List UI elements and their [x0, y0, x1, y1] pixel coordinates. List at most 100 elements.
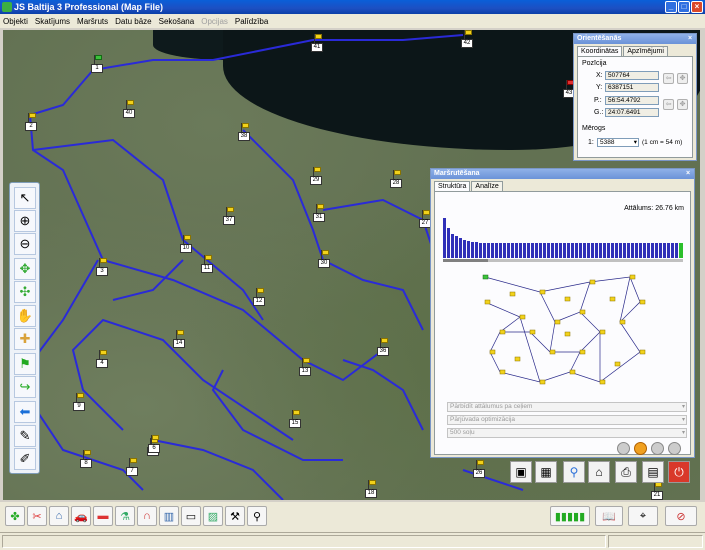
map-flag[interactable]: 12 — [253, 288, 267, 306]
print-button[interactable]: ⎙ — [615, 461, 637, 483]
g-field[interactable]: 24:07.6491 — [605, 108, 659, 117]
close-icon[interactable]: × — [686, 35, 694, 43]
zoom-in-button[interactable]: ⊕ — [14, 210, 36, 232]
goto-xy-button[interactable]: ✥ — [677, 73, 688, 84]
menu-objekti[interactable]: Objekti — [3, 17, 28, 26]
gps-device-button[interactable]: ▣ — [510, 461, 532, 483]
minimize-button[interactable]: _ — [665, 1, 677, 13]
map-book-button[interactable]: 📖 — [595, 506, 623, 526]
map-flag[interactable]: 7 — [126, 458, 140, 476]
scale-select[interactable]: 5388 ▾ — [597, 138, 639, 147]
gps-connect-button[interactable]: ⌖ — [628, 506, 658, 526]
menu-skatijums[interactable]: Skatījums — [35, 17, 70, 26]
power-button[interactable]: ⏻ — [668, 461, 690, 483]
map-flag[interactable]: 29 — [310, 167, 324, 185]
map-flag[interactable]: 11 — [201, 255, 215, 273]
menu-sekosana[interactable]: Sekošana — [159, 17, 195, 26]
map-flag[interactable]: 18 — [365, 480, 379, 498]
window-title: JS Baltija 3 Professional (Map File) — [14, 2, 164, 12]
menu-palidziba[interactable]: Palīdzība — [235, 17, 268, 26]
copy-pg-button[interactable]: ⇦ — [663, 99, 674, 110]
measure-tool-button[interactable]: ✎ — [14, 425, 36, 447]
map-flag[interactable]: 14 — [173, 330, 187, 348]
map-flag[interactable]: 8 — [80, 450, 94, 468]
menu-bar: Objekti Skatījums Maršruts Datu bāze Sek… — [0, 14, 705, 28]
maximize-button[interactable]: □ — [678, 1, 690, 13]
pointer-tool-button[interactable]: ↖ — [14, 187, 36, 209]
tab-struktura[interactable]: Struktūra — [434, 181, 471, 191]
bucket-button[interactable]: ⚗ — [115, 506, 135, 526]
map-flag[interactable]: 10 — [180, 235, 194, 253]
network-button[interactable]: ✤ — [5, 506, 25, 526]
map-flag[interactable]: 26 — [473, 460, 487, 478]
gps-disconnect-button[interactable]: ⊘ — [665, 506, 697, 526]
stop-button[interactable] — [617, 442, 630, 455]
back-button[interactable]: ⬅ — [14, 401, 36, 423]
pin-icon: ⚲ — [252, 510, 262, 523]
database-icon: ▥ — [163, 510, 175, 523]
map-flag[interactable]: 31 — [313, 204, 327, 222]
pan-tool-button[interactable]: ✋ — [14, 305, 36, 327]
tab-analize[interactable]: Analīze — [471, 181, 503, 191]
add-flag-button[interactable]: ⚑ — [14, 353, 36, 375]
map-flag[interactable]: 30 — [318, 250, 332, 268]
zoom-extent-button[interactable]: ✥ — [14, 258, 36, 280]
map-flag[interactable]: 38 — [238, 123, 252, 141]
p-field[interactable]: 56:54.4792 — [605, 96, 659, 105]
close-button[interactable]: × — [691, 1, 703, 13]
search-home-button[interactable]: ⌂ — [588, 461, 610, 483]
goto-pg-button[interactable]: ✥ — [677, 99, 688, 110]
help-button[interactable]: ⚲ — [247, 506, 267, 526]
menu-datu-baze[interactable]: Datu bāze — [115, 17, 151, 26]
map-flag[interactable]: 2 — [25, 113, 39, 131]
crosshair-icon: ✚ — [19, 331, 31, 346]
x-field[interactable]: 507764 — [605, 71, 659, 80]
map-flag[interactable]: 41 — [311, 34, 325, 52]
map-flag[interactable]: 21 — [651, 482, 665, 500]
map-flag[interactable]: 13 — [299, 358, 313, 376]
vehicle-button[interactable]: ▦ — [535, 461, 557, 483]
id-card-button[interactable]: ▬ — [93, 506, 113, 526]
magnet-button[interactable]: ∩ — [137, 506, 157, 526]
pointer-icon: ↖ — [19, 190, 31, 205]
map-flag[interactable]: 1 — [91, 55, 105, 73]
map-flag[interactable]: 28 — [390, 170, 404, 188]
draw-tool-button[interactable]: ✐ — [14, 448, 36, 470]
screen-button[interactable]: ▭ — [181, 506, 201, 526]
copy-xy-button[interactable]: ⇦ — [663, 73, 674, 84]
map-flag[interactable]: 42 — [461, 30, 475, 48]
close-icon[interactable]: × — [684, 170, 692, 178]
position-group-label: Pozīcija — [582, 60, 607, 67]
zoom-fit-button[interactable]: ✣ — [14, 281, 36, 303]
layers-button[interactable]: ▤ — [642, 461, 664, 483]
map-flag[interactable]: 6 — [148, 435, 162, 453]
map-flag[interactable]: 36 — [377, 338, 391, 356]
center-tool-button[interactable]: ✚ — [14, 328, 36, 350]
route-forward-button[interactable]: ↪ — [14, 376, 36, 398]
map-flag[interactable]: 3 — [96, 258, 110, 276]
tab-apzimejumi[interactable]: Apzīmējumi — [623, 46, 668, 56]
pause-button[interactable] — [651, 442, 664, 455]
tab-koordinatas[interactable]: Koordinātas — [577, 46, 623, 56]
signal-indicator[interactable]: ▮▮▮▮▮ — [550, 506, 590, 526]
tools-button[interactable]: ⚒ — [225, 506, 245, 526]
start-optimize-button[interactable] — [634, 442, 647, 455]
zoom-out-button[interactable]: ⊖ — [14, 233, 36, 255]
search-home-icon: ⌂ — [595, 465, 603, 479]
map-flag[interactable]: 15 — [289, 410, 303, 428]
magnet-icon: ∩ — [143, 510, 151, 522]
cancel-button[interactable] — [668, 442, 681, 455]
menu-marsruts[interactable]: Maršruts — [77, 17, 108, 26]
database-button[interactable]: ▥ — [159, 506, 179, 526]
y-field[interactable]: 6387151 — [605, 83, 659, 92]
home-button[interactable]: ⌂ — [49, 506, 69, 526]
map-flag[interactable]: 9 — [73, 393, 87, 411]
car-button[interactable]: 🚗 — [71, 506, 91, 526]
g-label: G.: — [594, 109, 604, 116]
photo-button[interactable]: ▨ — [203, 506, 223, 526]
route-tools-button[interactable]: ✂ — [27, 506, 47, 526]
search-button[interactable]: ⚲ — [563, 461, 585, 483]
map-flag[interactable]: 40 — [123, 100, 137, 118]
map-flag[interactable]: 4 — [96, 350, 110, 368]
map-flag[interactable]: 37 — [223, 207, 237, 225]
